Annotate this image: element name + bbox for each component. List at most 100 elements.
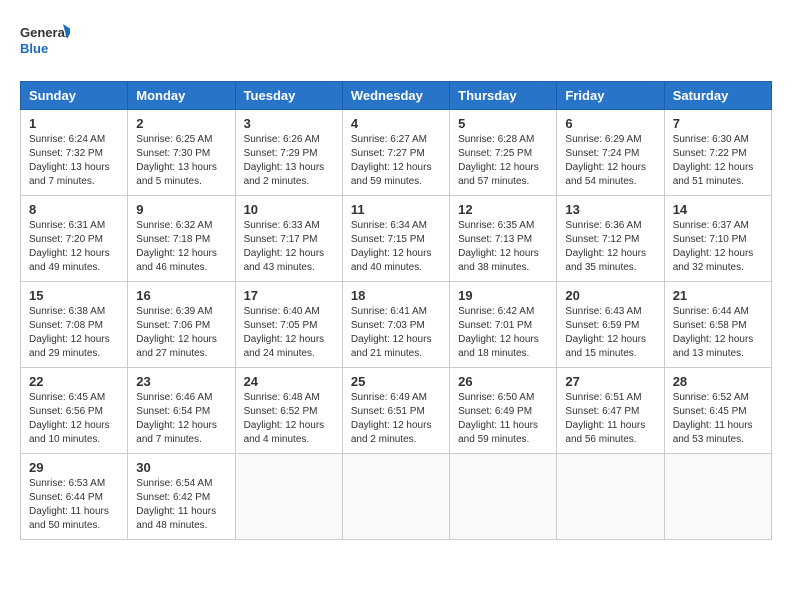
calendar-week-row: 8 Sunrise: 6:31 AMSunset: 7:20 PMDayligh… (21, 195, 772, 281)
day-number: 21 (673, 288, 763, 303)
calendar-day-cell: 25 Sunrise: 6:49 AMSunset: 6:51 PMDaylig… (342, 367, 449, 453)
day-number: 1 (29, 116, 119, 131)
day-number: 10 (244, 202, 334, 217)
day-info: Sunrise: 6:46 AMSunset: 6:54 PMDaylight:… (136, 392, 217, 445)
day-number: 29 (29, 460, 119, 475)
calendar-day-cell: 8 Sunrise: 6:31 AMSunset: 7:20 PMDayligh… (21, 195, 128, 281)
weekday-header: Tuesday (235, 81, 342, 109)
calendar-day-cell: 20 Sunrise: 6:43 AMSunset: 6:59 PMDaylig… (557, 281, 664, 367)
day-number: 11 (351, 202, 441, 217)
day-info: Sunrise: 6:43 AMSunset: 6:59 PMDaylight:… (565, 306, 646, 359)
calendar-day-cell: 12 Sunrise: 6:35 AMSunset: 7:13 PMDaylig… (450, 195, 557, 281)
calendar-day-cell: 14 Sunrise: 6:37 AMSunset: 7:10 PMDaylig… (664, 195, 771, 281)
day-number: 4 (351, 116, 441, 131)
page-header: General Blue (20, 20, 772, 65)
day-info: Sunrise: 6:38 AMSunset: 7:08 PMDaylight:… (29, 306, 110, 359)
weekday-header: Thursday (450, 81, 557, 109)
day-number: 3 (244, 116, 334, 131)
day-info: Sunrise: 6:32 AMSunset: 7:18 PMDaylight:… (136, 220, 217, 273)
calendar-day-cell: 16 Sunrise: 6:39 AMSunset: 7:06 PMDaylig… (128, 281, 235, 367)
day-number: 24 (244, 374, 334, 389)
day-info: Sunrise: 6:28 AMSunset: 7:25 PMDaylight:… (458, 134, 539, 187)
day-number: 13 (565, 202, 655, 217)
day-info: Sunrise: 6:53 AMSunset: 6:44 PMDaylight:… (29, 478, 109, 531)
day-number: 30 (136, 460, 226, 475)
calendar-day-cell (342, 453, 449, 539)
calendar-day-cell: 26 Sunrise: 6:50 AMSunset: 6:49 PMDaylig… (450, 367, 557, 453)
day-info: Sunrise: 6:36 AMSunset: 7:12 PMDaylight:… (565, 220, 646, 273)
calendar-week-row: 29 Sunrise: 6:53 AMSunset: 6:44 PMDaylig… (21, 453, 772, 539)
weekday-header: Saturday (664, 81, 771, 109)
calendar-day-cell: 2 Sunrise: 6:25 AMSunset: 7:30 PMDayligh… (128, 109, 235, 195)
day-info: Sunrise: 6:29 AMSunset: 7:24 PMDaylight:… (565, 134, 646, 187)
calendar-day-cell: 30 Sunrise: 6:54 AMSunset: 6:42 PMDaylig… (128, 453, 235, 539)
day-info: Sunrise: 6:26 AMSunset: 7:29 PMDaylight:… (244, 134, 325, 187)
day-info: Sunrise: 6:49 AMSunset: 6:51 PMDaylight:… (351, 392, 432, 445)
calendar-day-cell: 9 Sunrise: 6:32 AMSunset: 7:18 PMDayligh… (128, 195, 235, 281)
day-number: 25 (351, 374, 441, 389)
day-info: Sunrise: 6:50 AMSunset: 6:49 PMDaylight:… (458, 392, 538, 445)
calendar-day-cell: 23 Sunrise: 6:46 AMSunset: 6:54 PMDaylig… (128, 367, 235, 453)
day-info: Sunrise: 6:42 AMSunset: 7:01 PMDaylight:… (458, 306, 539, 359)
day-number: 23 (136, 374, 226, 389)
day-info: Sunrise: 6:25 AMSunset: 7:30 PMDaylight:… (136, 134, 217, 187)
calendar-day-cell: 5 Sunrise: 6:28 AMSunset: 7:25 PMDayligh… (450, 109, 557, 195)
day-info: Sunrise: 6:27 AMSunset: 7:27 PMDaylight:… (351, 134, 432, 187)
day-info: Sunrise: 6:52 AMSunset: 6:45 PMDaylight:… (673, 392, 753, 445)
calendar-day-cell: 27 Sunrise: 6:51 AMSunset: 6:47 PMDaylig… (557, 367, 664, 453)
day-number: 12 (458, 202, 548, 217)
calendar-day-cell: 19 Sunrise: 6:42 AMSunset: 7:01 PMDaylig… (450, 281, 557, 367)
day-info: Sunrise: 6:39 AMSunset: 7:06 PMDaylight:… (136, 306, 217, 359)
calendar-week-row: 1 Sunrise: 6:24 AMSunset: 7:32 PMDayligh… (21, 109, 772, 195)
calendar-day-cell: 6 Sunrise: 6:29 AMSunset: 7:24 PMDayligh… (557, 109, 664, 195)
weekday-header-row: SundayMondayTuesdayWednesdayThursdayFrid… (21, 81, 772, 109)
day-number: 22 (29, 374, 119, 389)
day-info: Sunrise: 6:41 AMSunset: 7:03 PMDaylight:… (351, 306, 432, 359)
day-info: Sunrise: 6:37 AMSunset: 7:10 PMDaylight:… (673, 220, 754, 273)
logo: General Blue (20, 20, 70, 65)
weekday-header: Sunday (21, 81, 128, 109)
day-number: 14 (673, 202, 763, 217)
calendar-day-cell: 18 Sunrise: 6:41 AMSunset: 7:03 PMDaylig… (342, 281, 449, 367)
calendar-day-cell: 22 Sunrise: 6:45 AMSunset: 6:56 PMDaylig… (21, 367, 128, 453)
day-info: Sunrise: 6:24 AMSunset: 7:32 PMDaylight:… (29, 134, 110, 187)
day-info: Sunrise: 6:45 AMSunset: 6:56 PMDaylight:… (29, 392, 110, 445)
day-number: 16 (136, 288, 226, 303)
weekday-header: Wednesday (342, 81, 449, 109)
calendar-table: SundayMondayTuesdayWednesdayThursdayFrid… (20, 81, 772, 540)
calendar-day-cell: 28 Sunrise: 6:52 AMSunset: 6:45 PMDaylig… (664, 367, 771, 453)
weekday-header: Friday (557, 81, 664, 109)
day-number: 7 (673, 116, 763, 131)
day-info: Sunrise: 6:31 AMSunset: 7:20 PMDaylight:… (29, 220, 110, 273)
calendar-week-row: 15 Sunrise: 6:38 AMSunset: 7:08 PMDaylig… (21, 281, 772, 367)
day-number: 15 (29, 288, 119, 303)
svg-text:Blue: Blue (20, 41, 48, 56)
calendar-day-cell: 4 Sunrise: 6:27 AMSunset: 7:27 PMDayligh… (342, 109, 449, 195)
calendar-day-cell (664, 453, 771, 539)
calendar-day-cell: 15 Sunrise: 6:38 AMSunset: 7:08 PMDaylig… (21, 281, 128, 367)
calendar-day-cell: 24 Sunrise: 6:48 AMSunset: 6:52 PMDaylig… (235, 367, 342, 453)
day-number: 20 (565, 288, 655, 303)
day-info: Sunrise: 6:48 AMSunset: 6:52 PMDaylight:… (244, 392, 325, 445)
logo-svg: General Blue (20, 20, 70, 65)
day-number: 26 (458, 374, 548, 389)
day-number: 18 (351, 288, 441, 303)
day-number: 6 (565, 116, 655, 131)
day-info: Sunrise: 6:54 AMSunset: 6:42 PMDaylight:… (136, 478, 216, 531)
calendar-day-cell: 1 Sunrise: 6:24 AMSunset: 7:32 PMDayligh… (21, 109, 128, 195)
day-number: 28 (673, 374, 763, 389)
calendar-day-cell: 10 Sunrise: 6:33 AMSunset: 7:17 PMDaylig… (235, 195, 342, 281)
calendar-day-cell: 17 Sunrise: 6:40 AMSunset: 7:05 PMDaylig… (235, 281, 342, 367)
weekday-header: Monday (128, 81, 235, 109)
svg-text:General: General (20, 25, 68, 40)
calendar-day-cell: 21 Sunrise: 6:44 AMSunset: 6:58 PMDaylig… (664, 281, 771, 367)
calendar-day-cell: 7 Sunrise: 6:30 AMSunset: 7:22 PMDayligh… (664, 109, 771, 195)
day-info: Sunrise: 6:40 AMSunset: 7:05 PMDaylight:… (244, 306, 325, 359)
day-info: Sunrise: 6:44 AMSunset: 6:58 PMDaylight:… (673, 306, 754, 359)
day-info: Sunrise: 6:30 AMSunset: 7:22 PMDaylight:… (673, 134, 754, 187)
calendar-day-cell: 13 Sunrise: 6:36 AMSunset: 7:12 PMDaylig… (557, 195, 664, 281)
day-number: 19 (458, 288, 548, 303)
day-number: 17 (244, 288, 334, 303)
day-number: 8 (29, 202, 119, 217)
day-info: Sunrise: 6:51 AMSunset: 6:47 PMDaylight:… (565, 392, 645, 445)
